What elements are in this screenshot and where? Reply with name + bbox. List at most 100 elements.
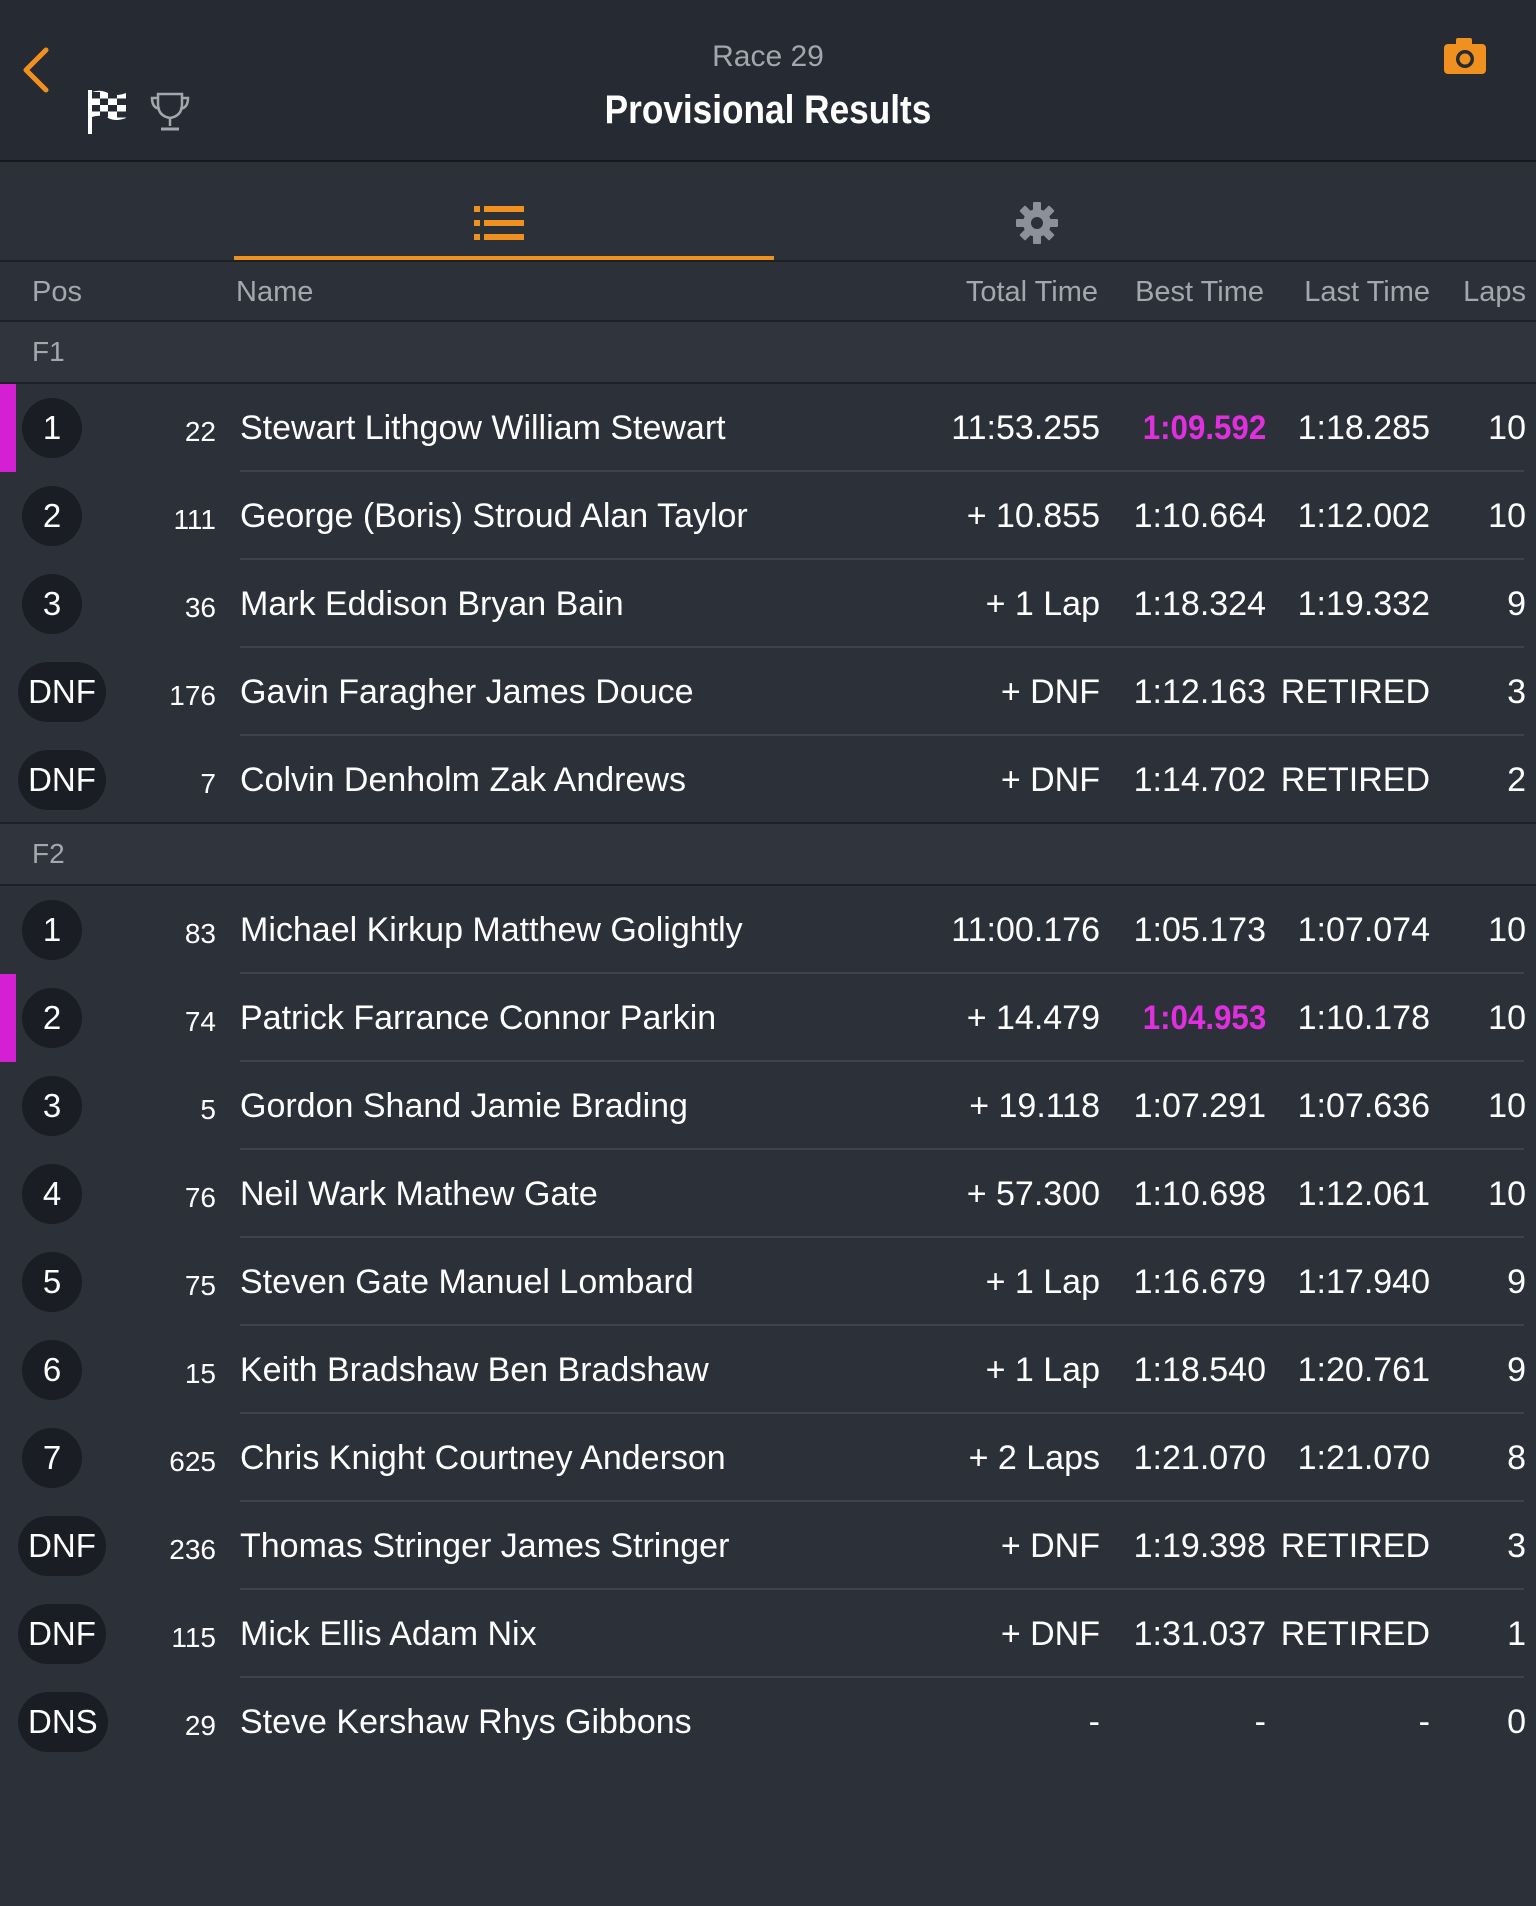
driver-names: Neil Wark Mathew Gate [240,1175,598,1213]
total-time: + 19.118 [969,1087,1100,1125]
race-subtitle: Race 29 [712,40,824,73]
result-row[interactable]: 4 76 Neil Wark Mathew Gate + 57.300 1:10.698… [0,1150,1536,1238]
best-time: 1:18.324 [1133,585,1266,623]
car-number: 74 [184,1006,216,1037]
result-row[interactable]: DNF 7 Colvin Denholm Zak Andrews + DNF 1:14.… [0,736,1536,824]
best-time: 1:10.698 [1133,1175,1266,1213]
col-last-time: Last Time [1304,276,1430,308]
result-row[interactable]: 5 75 Steven Gate Manuel Lombard + 1 Lap 1:16… [0,1238,1536,1326]
driver-names: Steven Gate Manuel Lombard [240,1263,694,1301]
driver-names: Mick Ellis Adam Nix [240,1615,537,1653]
section-label: F2 [32,838,65,869]
laps-count: 10 [1488,497,1526,535]
fastest-lap-marker [0,384,16,472]
driver-names: Chris Knight Courtney Anderson [240,1439,726,1477]
total-time: + DNF [1000,761,1100,799]
laps-count: 9 [1507,1263,1526,1301]
last-time: 1:21.070 [1297,1439,1430,1477]
result-row[interactable]: 3 5 Gordon Shand Jamie Brading + 19.118 1:07… [0,1062,1536,1150]
tab-results-list[interactable] [234,162,774,260]
best-time: 1:19.398 [1133,1527,1266,1565]
driver-names: Thomas Stringer James Stringer [240,1527,730,1565]
best-time: - [1254,1703,1266,1741]
col-name: Name [236,276,314,308]
driver-names: Stewart Lithgow William Stewart [240,409,726,447]
laps-count: 10 [1488,409,1526,447]
col-best-time: Best Time [1135,276,1264,308]
car-number: 176 [169,680,216,711]
section-header: F2 [0,824,1536,886]
tab-settings[interactable] [774,162,1314,260]
laps-count: 1 [1507,1615,1526,1653]
laps-count: 9 [1507,1351,1526,1389]
laps-count: 3 [1507,673,1526,711]
position-badge: DNF [18,662,106,722]
result-row[interactable]: 3 36 Mark Eddison Bryan Bain + 1 Lap 1:18.32… [0,560,1536,648]
result-row[interactable]: DNS 29 Steve Kershaw Rhys Gibbons - - - 0 [0,1678,1536,1766]
result-row[interactable]: DNF 115 Mick Ellis Adam Nix + DNF 1:31.037 RE… [0,1590,1536,1678]
result-row[interactable]: 1 22 Stewart Lithgow William Stewart 11:53.… [0,384,1536,472]
top-bar: Race 29 Provisional Results [0,0,1536,162]
total-time: + 10.855 [966,497,1100,535]
last-time: 1:12.002 [1297,497,1430,535]
result-row[interactable]: DNF 176 Gavin Faragher James Douce + DNF 1:1… [0,648,1536,736]
position-badge: 1 [22,900,82,960]
car-number: 22 [184,416,216,447]
result-row[interactable]: DNF 236 Thomas Stringer James Stringer + DN… [0,1502,1536,1590]
driver-names: Colvin Denholm Zak Andrews [240,761,686,799]
last-time: RETIRED [1280,673,1430,711]
car-number: 29 [184,1710,216,1741]
last-time: 1:20.761 [1297,1351,1430,1389]
best-time: 1:10.664 [1133,497,1266,535]
car-number: 5 [200,1094,216,1125]
result-row[interactable]: 1 83 Michael Kirkup Matthew Golightly 11:00… [0,886,1536,974]
result-row[interactable]: 2 111 George (Boris) Stroud Alan Taylor + 1… [0,472,1536,560]
laps-count: 8 [1507,1439,1526,1477]
last-time: 1:07.636 [1297,1087,1430,1125]
empty-area [0,1762,1536,1906]
laps-count: 10 [1488,1087,1526,1125]
best-time: 1:04.953 [1142,999,1266,1037]
camera-icon [1444,38,1486,74]
position-badge: 6 [22,1340,82,1400]
car-number: 7 [200,768,216,799]
section-label: F1 [32,336,65,367]
active-tab-indicator [234,256,774,260]
result-row[interactable]: 6 15 Keith Bradshaw Ben Bradshaw + 1 Lap 1:1… [0,1326,1536,1414]
result-row[interactable]: 2 74 Patrick Farrance Connor Parkin + 14.47… [0,974,1536,1062]
driver-names: Patrick Farrance Connor Parkin [240,999,717,1037]
laps-count: 0 [1507,1703,1526,1741]
total-time: + DNF [1000,1615,1100,1653]
position-badge: DNS [18,1692,108,1752]
position-badge: 3 [22,1076,82,1136]
position-badge: 1 [22,398,82,458]
car-number: 111 [173,504,216,535]
best-time: 1:31.037 [1133,1615,1266,1653]
driver-names: Gavin Faragher James Douce [240,673,694,711]
position-badge: DNF [18,1604,106,1664]
driver-names: Michael Kirkup Matthew Golightly [240,911,743,949]
laps-count: 10 [1488,999,1526,1037]
laps-count: 2 [1507,761,1526,799]
car-number: 115 [171,1622,216,1653]
col-laps: Laps [1463,276,1526,308]
result-row[interactable]: 7 625 Chris Knight Courtney Anderson + 2 La… [0,1414,1536,1502]
car-number: 36 [184,592,216,623]
last-time: 1:19.332 [1297,585,1430,623]
best-time: 1:09.592 [1142,409,1266,447]
driver-names: Steve Kershaw Rhys Gibbons [240,1703,692,1741]
laps-count: 3 [1507,1527,1526,1565]
section-header: F1 [0,322,1536,384]
last-time: 1:17.940 [1297,1263,1430,1301]
position-badge: 2 [22,988,82,1048]
total-time: + DNF [1000,673,1100,711]
car-number: 236 [169,1534,216,1565]
col-pos: Pos [32,276,82,308]
position-badge: DNF [18,1516,106,1576]
total-time: + DNF [1000,1527,1100,1565]
list-icon [474,206,524,240]
total-time: 11:53.255 [951,409,1100,447]
driver-names: Mark Eddison Bryan Bain [240,585,624,623]
last-time: 1:18.285 [1297,409,1430,447]
screenshot-button[interactable] [1440,34,1492,80]
